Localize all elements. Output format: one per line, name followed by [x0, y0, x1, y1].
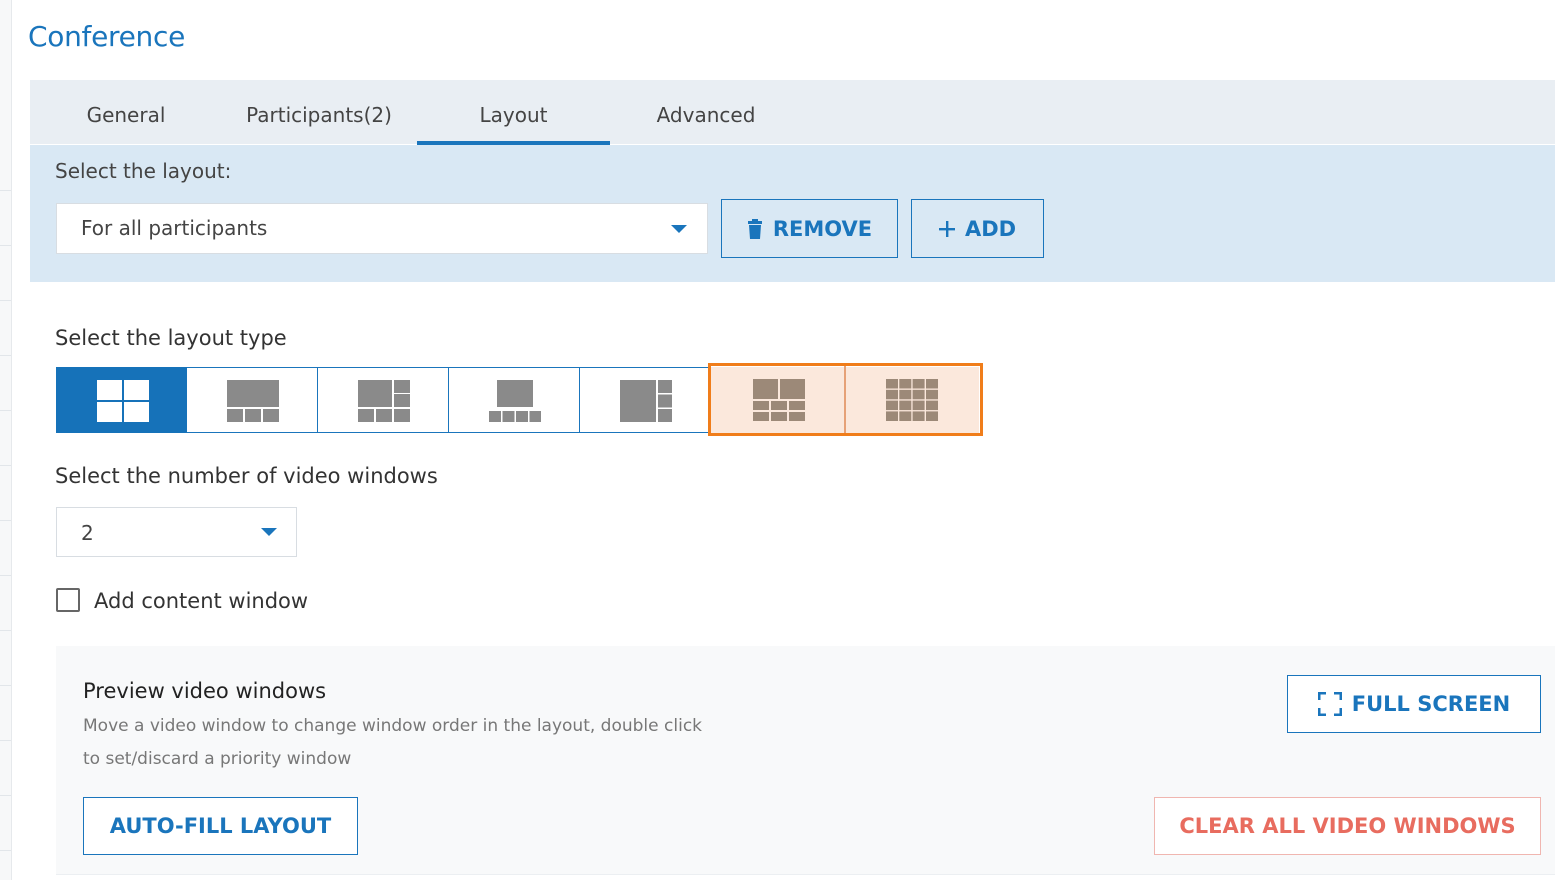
- preview-description: Move a video window to change window ord…: [83, 716, 703, 769]
- select-layout-label: Select the layout:: [55, 159, 232, 183]
- layout-option-grid-2x2[interactable]: [56, 367, 187, 433]
- two-top-six-bottom-icon: [753, 379, 805, 421]
- clear-all-video-windows-button[interactable]: CLEAR ALL VIDEO WINDOWS: [1154, 797, 1541, 855]
- one-center-four-small-icon: [489, 380, 541, 422]
- layout-option-two-top-six-bottom[interactable]: [711, 367, 845, 433]
- preview-title: Preview video windows: [83, 679, 327, 703]
- tab-general[interactable]: General: [70, 80, 182, 144]
- auto-fill-layout-label: AUTO-FILL LAYOUT: [109, 814, 332, 838]
- tab-advanced[interactable]: Advanced: [645, 80, 767, 144]
- layout-option-one-center-four-small[interactable]: [449, 367, 580, 433]
- tab-bar: General Participants(2) Layout Advanced: [30, 80, 1555, 145]
- layout-option-grid-4x4[interactable]: [846, 367, 979, 433]
- preview-panel: Preview video windows Move a video windo…: [56, 646, 1555, 875]
- chevron-down-icon: [671, 225, 687, 233]
- auto-fill-layout-button[interactable]: AUTO-FILL LAYOUT: [83, 797, 358, 855]
- layout-type-picker: [56, 367, 980, 433]
- remove-button[interactable]: REMOVE: [721, 199, 898, 258]
- chevron-down-icon: [261, 528, 277, 536]
- expand-icon: [1317, 692, 1342, 716]
- highlight-divider: [844, 366, 846, 433]
- layout-dropdown-value: For all participants: [81, 216, 268, 240]
- video-windows-dropdown[interactable]: 2: [56, 507, 297, 557]
- one-big-three-small-icon: [227, 380, 279, 422]
- one-big-side-three-icon: [620, 380, 672, 422]
- layout-option-one-big-three-small[interactable]: [187, 367, 318, 433]
- grid-4x4-icon: [886, 379, 938, 421]
- full-screen-label: FULL SCREEN: [1351, 692, 1511, 716]
- page-title: Conference: [28, 20, 186, 53]
- one-big-five-small-icon: [358, 380, 410, 422]
- add-button-label: ADD: [964, 216, 1017, 241]
- background-list-edge: [0, 0, 12, 880]
- layout-select-section: Select the layout: For all participants …: [30, 145, 1555, 282]
- layout-dropdown[interactable]: For all participants: [56, 203, 708, 254]
- video-windows-label: Select the number of video windows: [55, 464, 438, 488]
- layout-option-one-big-five-small[interactable]: [318, 367, 449, 433]
- trash-icon: [747, 218, 762, 239]
- full-screen-button[interactable]: FULL SCREEN: [1287, 675, 1541, 733]
- content-window-checkbox[interactable]: [56, 588, 80, 612]
- layout-option-one-big-side-three[interactable]: [580, 367, 708, 433]
- remove-button-label: REMOVE: [772, 216, 873, 241]
- content-window-label: Add content window: [94, 589, 309, 613]
- tab-participants[interactable]: Participants(2): [238, 80, 400, 144]
- grid-2x2-icon: [97, 380, 149, 422]
- plus-icon: [938, 220, 955, 237]
- add-button[interactable]: ADD: [911, 199, 1044, 258]
- clear-all-label: CLEAR ALL VIDEO WINDOWS: [1179, 814, 1516, 838]
- video-windows-value: 2: [81, 521, 94, 545]
- layout-type-label: Select the layout type: [55, 326, 287, 350]
- tab-layout[interactable]: Layout: [417, 80, 610, 145]
